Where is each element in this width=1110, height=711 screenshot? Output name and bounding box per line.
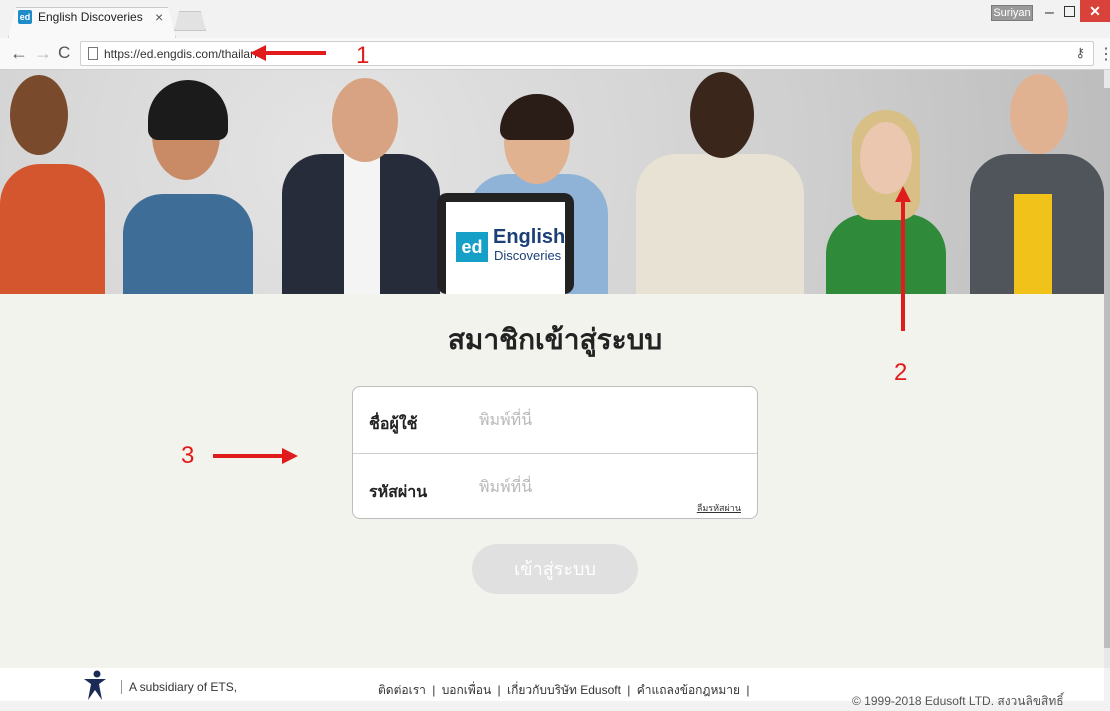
annotation-overlay	[213, 45, 911, 464]
annotation-arrowhead-3	[282, 448, 298, 464]
annotation-number-2: 2	[894, 359, 908, 386]
annotation-arrowhead-1	[250, 45, 266, 61]
annotation-arrowhead-2	[895, 186, 911, 202]
annotation-number-1: 1	[356, 42, 370, 69]
annotation-number-3: 3	[181, 442, 195, 469]
